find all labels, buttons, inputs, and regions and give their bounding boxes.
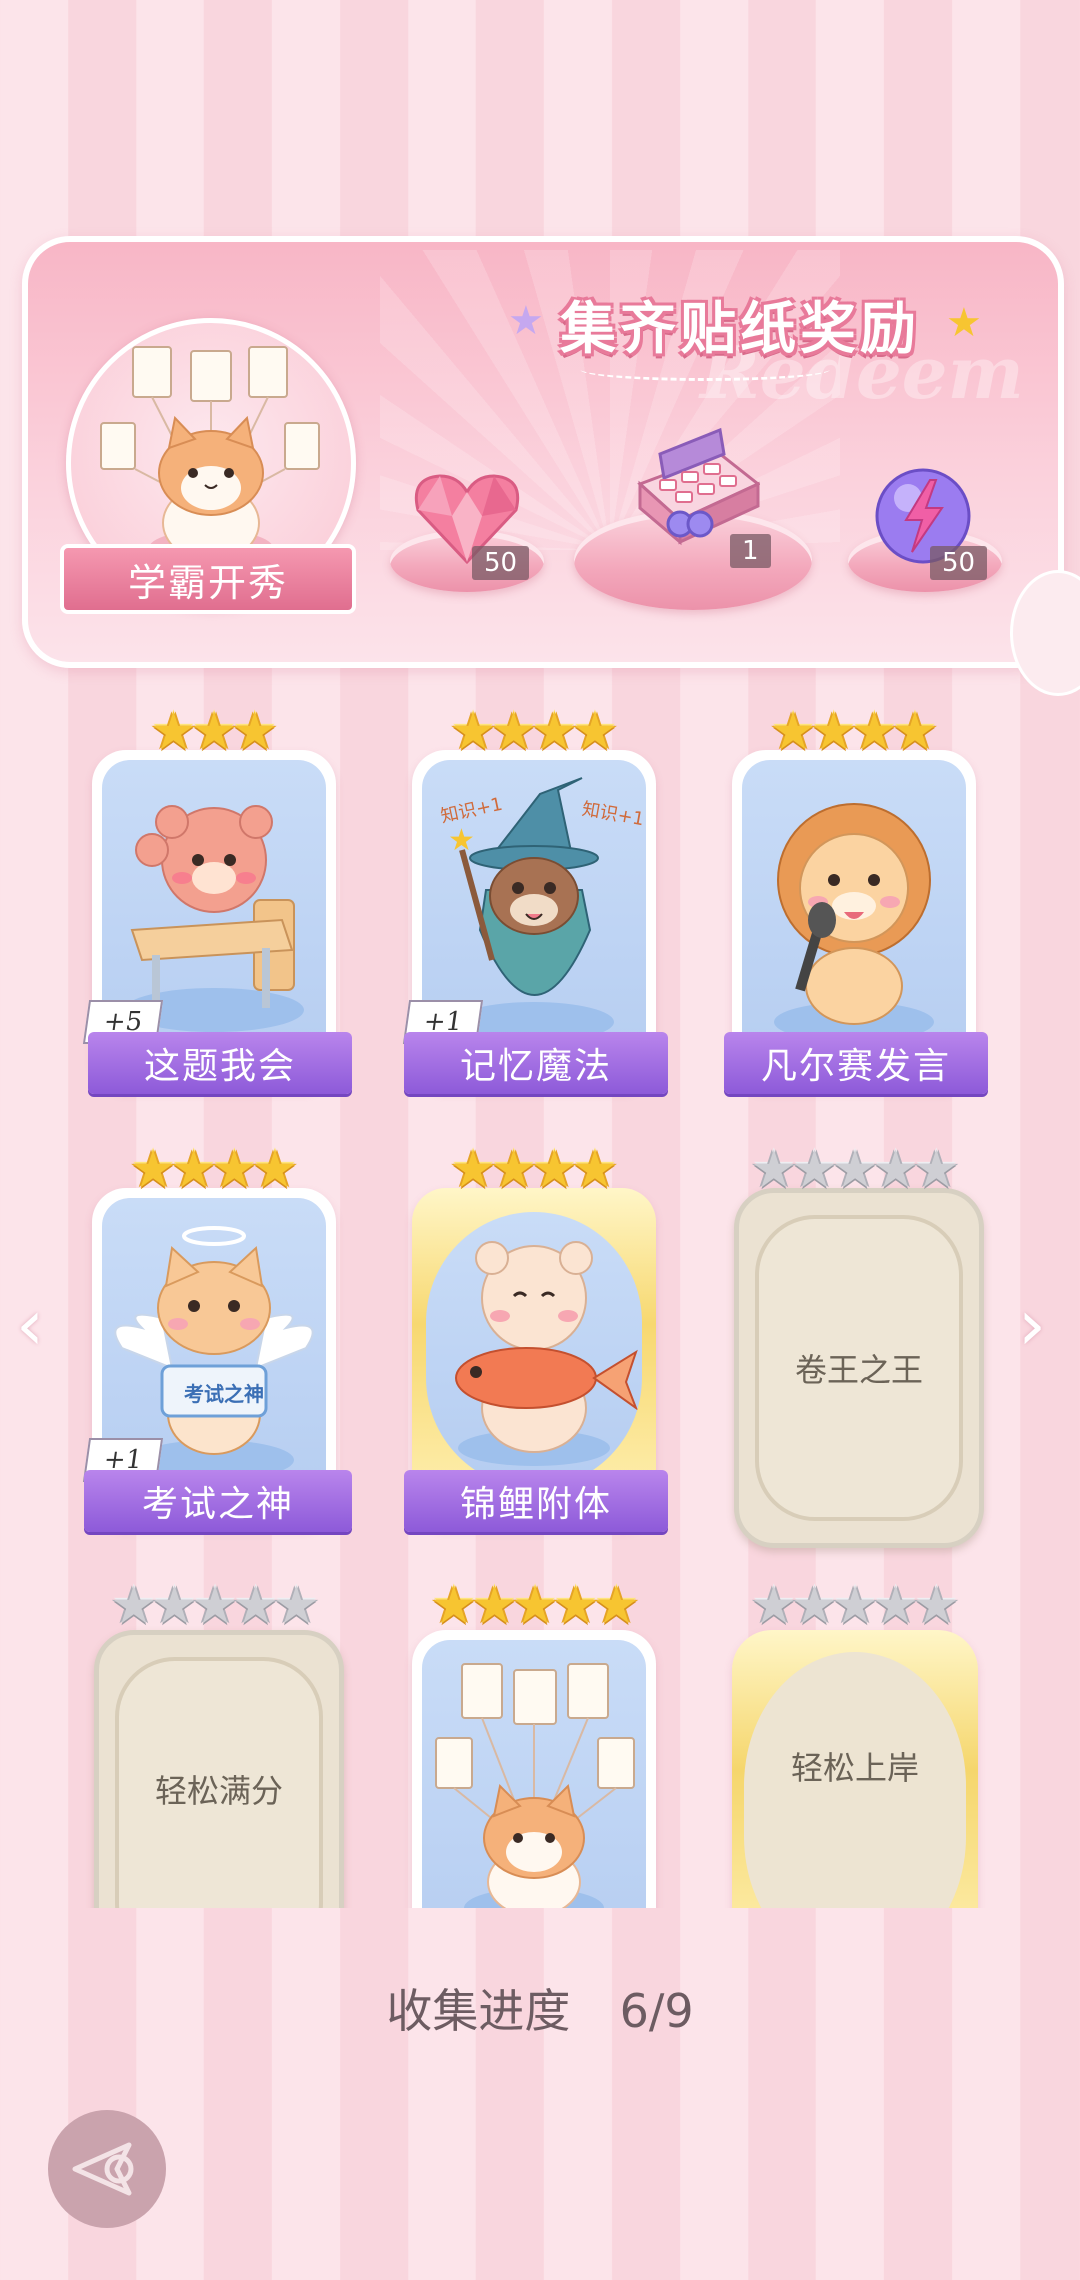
star-icon: ★ (190, 702, 238, 762)
sticker-name: 锦鲤附体 (404, 1470, 668, 1532)
locked-sticker-name: 轻松满分 (154, 1772, 283, 1811)
star-icon: ★ (449, 1140, 497, 1200)
star-icon: ★ (490, 702, 537, 762)
star-rating: ★ ★ ★ ★ ★ (730, 1144, 980, 1196)
art-text: 考试之神 (184, 1382, 264, 1406)
star-icon: ★ (471, 1576, 518, 1636)
star-icon: ★ (531, 1140, 578, 1200)
star-icon: ★ (490, 1140, 537, 1200)
svg-text:★: ★ (448, 823, 475, 858)
star-rating: ★ ★ ★ ★ (732, 706, 976, 758)
cat-with-papers-art (422, 1640, 646, 1908)
star-icon: ★ (912, 1140, 960, 1200)
star-icon: ★ (232, 1576, 279, 1636)
locked-frame: 卷王之王 (755, 1215, 963, 1521)
star-icon: ★ (110, 1576, 158, 1636)
star-icon: ★ (571, 702, 619, 762)
star-icon: ★ (170, 1140, 217, 1200)
gold-star-icon: ★ (946, 300, 982, 346)
star-icon: ★ (750, 1576, 798, 1636)
reward-count: 50 (930, 546, 988, 580)
star-icon: ★ (449, 702, 497, 762)
star-icon: ★ (552, 1576, 599, 1636)
star-rating: ★ ★ ★ ★ ★ (410, 1580, 660, 1632)
star-rating: ★ ★ ★ ★ (92, 1144, 336, 1196)
locked-sticker-name: 卷王之王 (794, 1351, 923, 1389)
star-icon: ★ (791, 1140, 838, 1200)
star-icon: ★ (831, 1576, 879, 1636)
cat-with-papers-icon (435, 1663, 635, 1908)
star-rating: ★ ★ ★ ★ (412, 1144, 656, 1196)
locked-sticker-name: 轻松上岸 (790, 1749, 919, 1788)
star-icon: ★ (151, 1576, 198, 1636)
star-rating: ★ ★ ★ ★ (412, 706, 656, 758)
star-icon: ★ (592, 1576, 640, 1636)
sticker-name: 记忆魔法 (404, 1032, 668, 1094)
star-icon: ★ (150, 702, 197, 762)
star-rating: ★ ★ ★ ★ ★ (90, 1580, 340, 1632)
star-icon: ★ (511, 1576, 559, 1636)
star-icon: ★ (810, 702, 857, 762)
back-button[interactable] (48, 2110, 166, 2228)
sticker-card-locked[interactable]: 轻松上岸 (732, 1630, 978, 1908)
star-icon: ★ (769, 702, 817, 762)
back-arrow-icon (72, 2142, 134, 2196)
locked-frame: 轻松上岸 (744, 1652, 966, 1908)
chevron-left-icon[interactable]: ‹ (16, 1284, 44, 1366)
star-icon: ★ (191, 1576, 239, 1636)
badge-label: 学霸开秀 (60, 544, 356, 614)
star-icon: ★ (791, 1576, 838, 1636)
collection-progress: 收集进度 6/9 (0, 1975, 1080, 2041)
reward-count: 50 (472, 546, 530, 580)
star-icon: ★ (851, 702, 898, 762)
purple-star-icon: ★ (508, 298, 544, 344)
sticker-card-locked[interactable]: 卷王之王 (734, 1188, 984, 1548)
star-icon: ★ (251, 1140, 299, 1200)
bear-koi-art (426, 1212, 642, 1488)
sticker-name: 考试之神 (84, 1470, 352, 1532)
star-icon: ★ (430, 1576, 478, 1636)
sticker-row-3: 轻松满分 轻松上岸 (0, 1600, 1080, 1908)
star-rating: ★ ★ ★ (92, 706, 336, 758)
star-icon: ★ (272, 1576, 320, 1636)
sticker-card-locked[interactable]: 轻松满分 (94, 1630, 344, 1908)
progress-value: 6/9 (619, 1984, 694, 2038)
star-icon: ★ (912, 1576, 960, 1636)
sticker-card[interactable] (412, 1630, 656, 1908)
star-rating: ★ ★ ★ ★ ★ (730, 1580, 980, 1632)
banner-dashed-line (580, 358, 830, 381)
star-icon: ★ (129, 1140, 177, 1200)
locked-frame: 轻松满分 (115, 1657, 323, 1908)
star-icon: ★ (872, 1140, 919, 1200)
sticker-name: 这题我会 (88, 1032, 352, 1094)
sticker-name: 凡尔赛发言 (724, 1032, 988, 1094)
star-icon: ★ (571, 1140, 619, 1200)
star-icon: ★ (831, 1140, 879, 1200)
banner-title: 集齐贴纸奖励 (560, 297, 920, 362)
star-icon: ★ (211, 1140, 258, 1200)
star-icon: ★ (872, 1576, 919, 1636)
star-icon: ★ (891, 702, 939, 762)
star-icon: ★ (531, 702, 578, 762)
star-icon: ★ (750, 1140, 798, 1200)
progress-label: 收集进度 (386, 1984, 571, 2038)
star-icon: ★ (231, 702, 278, 762)
chevron-right-icon[interactable]: › (1018, 1284, 1046, 1366)
bear-koi-icon (455, 1241, 639, 1466)
reward-count: 1 (730, 534, 771, 568)
